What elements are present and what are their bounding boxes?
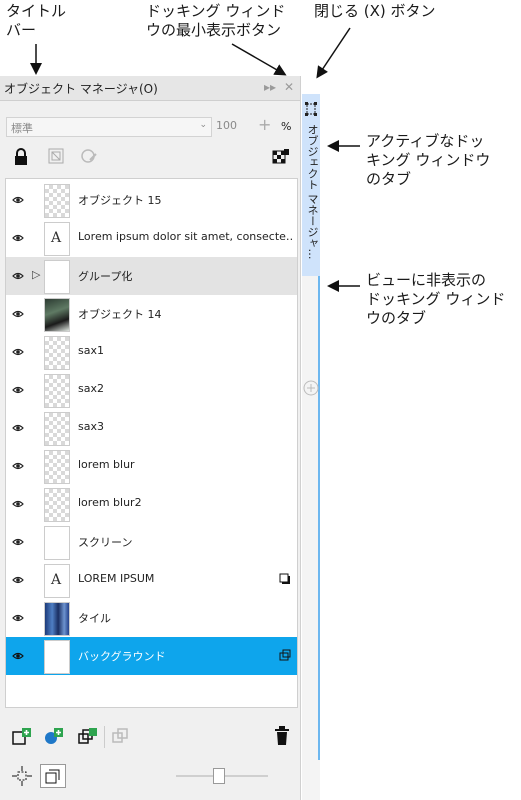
new-group-icon[interactable] (78, 728, 98, 746)
combine-icon[interactable] (112, 728, 130, 746)
object-manager-icon (305, 102, 317, 116)
add-docker-icon[interactable] (303, 380, 319, 396)
layer-row[interactable]: タイル (6, 599, 297, 637)
layer-row[interactable]: バックグラウンド (6, 637, 297, 675)
minimize-docker-button[interactable]: ▸▸ (264, 80, 276, 94)
eye-icon[interactable] (12, 460, 24, 472)
layer-name: lorem blur (78, 458, 135, 471)
layer-row[interactable]: lorem blur (6, 447, 297, 485)
layer-thumbnail (44, 640, 70, 674)
layer-thumbnail: A (44, 564, 70, 598)
layer-row[interactable]: lorem blur2 (6, 485, 297, 523)
layer-row[interactable]: sax1 (6, 333, 297, 371)
layer-name: オブジェクト 14 (78, 308, 162, 321)
clip-mask-icon[interactable] (48, 148, 64, 164)
eye-icon[interactable] (12, 536, 24, 548)
layer-row[interactable]: A Lorem ipsum dolor sit amet, consecte… (6, 219, 297, 257)
eye-icon[interactable] (12, 194, 24, 206)
eye-icon[interactable] (12, 422, 24, 434)
layer-thumbnail: A (44, 222, 70, 256)
opacity-unit: % (281, 120, 292, 133)
layer-name: グループ化 (78, 270, 133, 283)
docker-bottom-bar (0, 718, 300, 800)
layers-view-icon (45, 769, 60, 784)
layer-name: スクリーン (78, 536, 133, 549)
layer-thumbnail (44, 412, 70, 446)
object-manager-docker: オブジェクト マネージャ(O) ▸▸ ✕ 標準 ⌄ 100 + % オブジェクト… (0, 76, 301, 800)
docker-tab-indicator (318, 276, 320, 760)
eye-icon[interactable] (12, 270, 24, 282)
layer-row[interactable]: A LOREM IPSUM (6, 561, 297, 599)
text-object-icon: A (51, 572, 62, 588)
layer-thumbnail (44, 260, 70, 294)
layer-row[interactable]: スクリーン (6, 523, 297, 561)
lock-icon[interactable] (14, 148, 28, 166)
layer-thumbnail (44, 336, 70, 370)
expand-group-icon[interactable]: ▷ (32, 268, 40, 281)
active-docker-tab[interactable]: オブジェクト マネージャ… (302, 94, 320, 276)
eye-icon[interactable] (12, 384, 24, 396)
layer-name: sax1 (78, 344, 104, 357)
lock-row (0, 144, 300, 172)
eye-icon[interactable] (12, 232, 24, 244)
docker-title: オブジェクト マネージャ(O) (4, 82, 158, 96)
layer-row[interactable]: オブジェクト 15 (6, 181, 297, 219)
opacity-field[interactable]: 100 (216, 117, 246, 135)
eye-icon[interactable] (12, 612, 24, 624)
layer-thumbnail (44, 488, 70, 522)
hidden-docker-tab[interactable] (302, 276, 318, 286)
layer-thumbnail (44, 374, 70, 408)
new-mask-icon[interactable] (44, 728, 64, 746)
layer-name: lorem blur2 (78, 496, 142, 509)
eye-icon[interactable] (12, 346, 24, 358)
layer-name: オブジェクト 15 (78, 194, 162, 207)
layer-thumbnail (44, 450, 70, 484)
blend-mode-value: 標準 (11, 122, 33, 135)
text-object-icon: A (51, 230, 62, 246)
layer-name: LOREM IPSUM (78, 572, 155, 585)
lock-transparency-icon[interactable] (272, 148, 290, 166)
layer-row[interactable]: ▷ グループ化 (6, 257, 297, 295)
eye-icon[interactable] (12, 308, 24, 320)
layer-thumbnail (44, 184, 70, 218)
trash-icon[interactable] (274, 726, 290, 746)
opacity-plus-icon[interactable]: + (258, 115, 271, 134)
layer-list[interactable]: オブジェクト 15 A Lorem ipsum dolor sit amet, co… (5, 178, 298, 708)
layer-thumbnail (44, 526, 70, 560)
layer-row[interactable]: オブジェクト 14 (6, 295, 297, 333)
active-tab-label: オブジェクト マネージャ… (306, 124, 319, 260)
center-align-icon[interactable] (12, 766, 32, 786)
locked-background-icon (279, 649, 291, 661)
layer-thumbnail (44, 298, 70, 332)
docker-title-bar[interactable]: オブジェクト マネージャ(O) ▸▸ ✕ (0, 76, 300, 101)
eye-icon[interactable] (12, 498, 24, 510)
layer-name: バックグラウンド (78, 650, 166, 663)
layer-row[interactable]: sax2 (6, 371, 297, 409)
chevron-down-icon: ⌄ (199, 120, 207, 130)
drop-shadow-icon (279, 573, 290, 584)
layer-name: Lorem ipsum dolor sit amet, consecte… (78, 230, 292, 243)
close-docker-button[interactable]: ✕ (284, 80, 294, 94)
layer-name: タイル (78, 612, 111, 625)
layer-row[interactable]: sax3 (6, 409, 297, 447)
view-mode-button[interactable] (40, 764, 66, 788)
eye-icon[interactable] (12, 650, 24, 662)
eye-icon[interactable] (12, 574, 24, 586)
layer-thumbnail (44, 602, 70, 636)
zoom-slider-thumb[interactable] (213, 768, 225, 784)
blend-row: 標準 ⌄ 100 + % (0, 114, 300, 138)
blend-mode-select[interactable]: 標準 ⌄ (6, 117, 212, 137)
new-object-icon[interactable] (12, 728, 32, 746)
mask-brush-icon[interactable] (80, 148, 98, 164)
layer-name: sax2 (78, 382, 104, 395)
layer-name: sax3 (78, 420, 104, 433)
toolbar-divider (104, 726, 105, 748)
